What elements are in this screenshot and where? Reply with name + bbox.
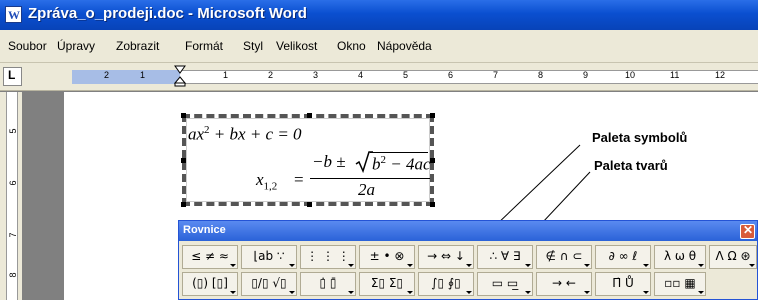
vruler-number: 8 xyxy=(8,272,18,278)
palette-matrices[interactable]: ▫▫ ▦ xyxy=(654,272,706,296)
resize-handle[interactable] xyxy=(430,113,435,118)
palette-sets[interactable]: ∉ ∩ ⊂ xyxy=(536,245,592,269)
ruler-number: 6 xyxy=(448,70,454,80)
resize-handle[interactable] xyxy=(307,202,312,207)
window-title: Zpráva_o_prodeji.doc - Microsoft Word xyxy=(28,5,307,22)
equation-toolbar-titlebar[interactable]: Rovnice ✕ xyxy=(179,221,757,241)
palette-summations[interactable]: Σ▯ Σ▯ xyxy=(359,272,415,296)
palette-misc-symbols[interactable]: ∂ ∞ ℓ xyxy=(595,245,651,269)
resize-handle[interactable] xyxy=(181,113,186,118)
ruler-number: 8 xyxy=(538,70,544,80)
eq-numerator: −b ± xyxy=(312,152,346,171)
menu-format[interactable]: Formát xyxy=(185,39,223,53)
resize-handle[interactable] xyxy=(430,202,435,207)
horizontal-ruler[interactable]: L 2 1 1 2 3 4 5 6 7 8 9 10 11 12 xyxy=(0,63,758,91)
vertical-ruler-strip: 5 6 7 8 xyxy=(6,92,18,300)
vruler-number: 6 xyxy=(8,180,18,186)
vruler-number: 5 xyxy=(8,128,18,134)
close-icon: ✕ xyxy=(743,223,754,237)
indent-marker-icon[interactable] xyxy=(174,65,186,87)
eq-equals: = xyxy=(294,170,304,189)
word-app-icon[interactable]: W xyxy=(5,6,22,23)
palette-relations[interactable]: ≤ ≠ ≈ xyxy=(182,245,238,269)
eq-denominator: 2a xyxy=(358,180,375,199)
resize-handle[interactable] xyxy=(181,202,186,207)
palette-overbars[interactable]: ▭ ▭̲ xyxy=(477,272,533,296)
palette-embellishments[interactable]: ⋮ ⋮ ⋮ xyxy=(300,245,356,269)
menu-styl[interactable]: Styl xyxy=(243,39,263,53)
ruler-number: 3 xyxy=(313,70,319,80)
vruler-number: 7 xyxy=(8,232,18,238)
palette-integrals[interactable]: ∫▯ ∮▯ xyxy=(418,272,474,296)
palette-greek-lower[interactable]: λ ω θ xyxy=(654,245,706,269)
menu-zobrazit[interactable]: Zobrazit xyxy=(116,39,159,53)
ruler-number: 5 xyxy=(403,70,409,80)
palette-fractions-radicals[interactable]: ▯/▯ √▯ xyxy=(241,272,297,296)
ruler-left-margin xyxy=(72,70,180,84)
ruler-number: 11 xyxy=(670,70,680,80)
eq-radicand: b2 − 4ac xyxy=(372,154,431,174)
menu-bar: Soubor Úpravy Zobrazit Formát Styl Velik… xyxy=(0,30,758,63)
ruler-number: 12 xyxy=(715,70,726,80)
close-button[interactable]: ✕ xyxy=(740,223,755,239)
eq-x-subscript: 1,2 xyxy=(263,180,278,193)
palette-subscripts[interactable]: ▯̇ ▯̄ xyxy=(300,272,356,296)
palette-spaces-ellipses[interactable]: ⌊ab ∵ xyxy=(241,245,297,269)
ruler-number: 10 xyxy=(625,70,636,80)
callout-symbol-palette: Paleta symbolů xyxy=(592,130,688,145)
palette-labeled-arrows[interactable]: → ← xyxy=(536,272,592,296)
eq-rest: + bx + c = 0 xyxy=(209,124,302,144)
radical-sign-icon xyxy=(355,151,373,173)
eq-ax: ax xyxy=(188,124,205,144)
eq-x-var: x1,2 xyxy=(256,170,278,193)
ruler-number: 1 xyxy=(223,70,229,80)
palette-fences[interactable]: (▯) [▯] xyxy=(182,272,238,296)
ruler-number: 2 xyxy=(104,70,110,80)
palette-greek-upper[interactable]: Λ Ω ⊛ xyxy=(709,245,757,269)
vertical-ruler[interactable]: 5 6 7 8 xyxy=(0,92,22,300)
tab-stop-symbol: L xyxy=(8,68,16,82)
palette-arrows[interactable]: → ⇔ ↓ xyxy=(418,245,474,269)
ruler-number: 4 xyxy=(358,70,364,80)
radical-bar xyxy=(370,152,428,153)
tab-stop-selector[interactable]: L xyxy=(3,67,22,86)
menu-okno[interactable]: Okno xyxy=(337,39,366,53)
title-bar[interactable]: W Zpráva_o_prodeji.doc - Microsoft Word xyxy=(0,0,758,30)
callout-shape-palette: Paleta tvarů xyxy=(594,158,668,173)
equation-toolbar-title: Rovnice xyxy=(183,224,226,236)
resize-handle[interactable] xyxy=(181,158,186,163)
menu-velikost[interactable]: Velikost xyxy=(276,39,317,53)
ruler-number: 1 xyxy=(140,70,146,80)
equation-line-1: ax2 + bx + c = 0 xyxy=(188,124,302,145)
palette-products[interactable]: Π̇ Ů xyxy=(595,272,651,296)
equation-toolbar[interactable]: Rovnice ✕ ≤ ≠ ≈ ⌊ab ∵ ⋮ ⋮ ⋮ ± • ⊗ → ⇔ ↓ … xyxy=(178,220,758,300)
menu-upravy[interactable]: Úpravy xyxy=(57,39,95,53)
equation-object[interactable]: ax2 + bx + c = 0 x1,2 = −b ± b2 − 4ac 2a xyxy=(181,113,435,207)
fraction-bar xyxy=(310,178,430,179)
ruler-number: 9 xyxy=(583,70,589,80)
ruler-number: 7 xyxy=(493,70,499,80)
palette-logic[interactable]: ∴ ∀ ∃ xyxy=(477,245,533,269)
resize-handle[interactable] xyxy=(307,113,312,118)
ruler-number: 2 xyxy=(268,70,274,80)
menu-soubor[interactable]: Soubor xyxy=(8,39,47,53)
menu-napoveda[interactable]: Nápověda xyxy=(377,39,432,53)
palette-operators[interactable]: ± • ⊗ xyxy=(359,245,415,269)
